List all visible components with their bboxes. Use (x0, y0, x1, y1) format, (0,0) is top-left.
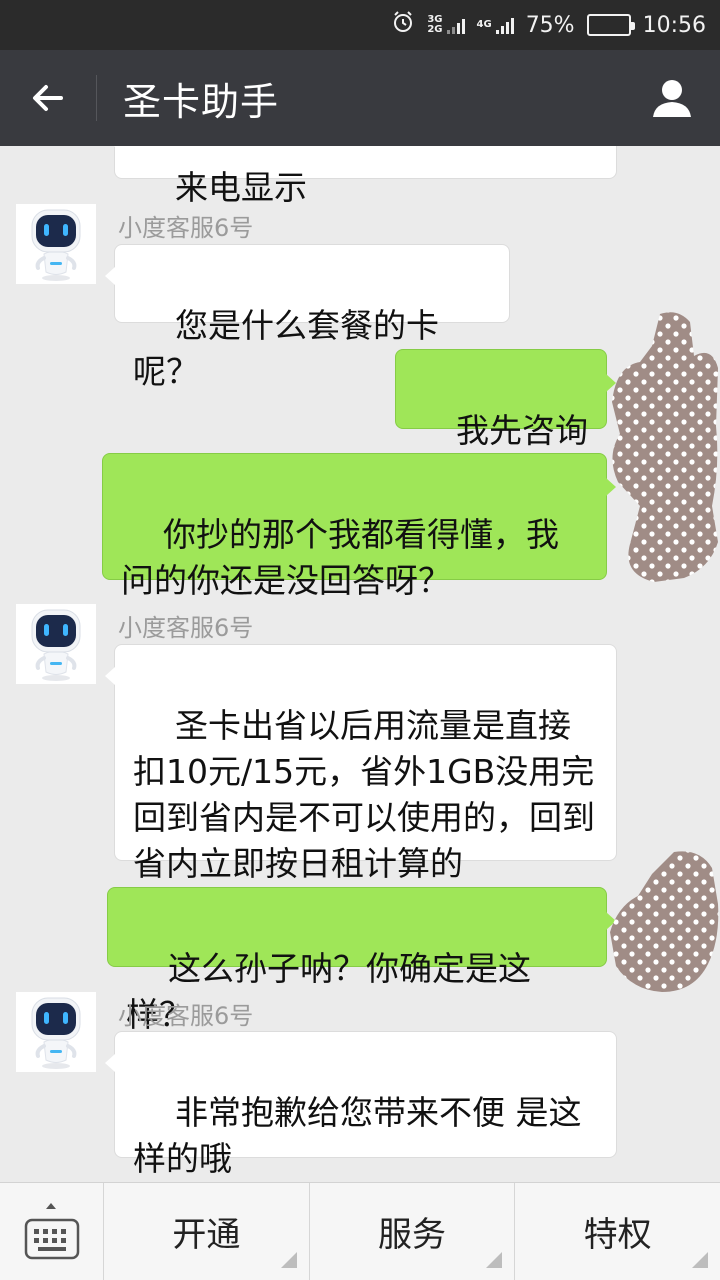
signal-icon (495, 16, 514, 34)
status-bar: 3G 2G 4G 75% 10:56 (0, 0, 720, 50)
message-text: 来电显示 (174, 168, 307, 207)
message-text: 圣卡出省以后用流量是直接扣10元/15元，省外1GB没用完回到省内是不可以使用的… (133, 706, 595, 883)
menu-item-label: 服务 (378, 1215, 446, 1255)
message-text: 非常抱歉给您带来不便 是这样的哦 (133, 1093, 582, 1178)
clock: 10:56 (642, 12, 706, 38)
menu-item-label: 特权 (583, 1215, 652, 1255)
submenu-corner-icon (486, 1252, 503, 1268)
message-bubble-sent[interactable]: 我先咨询啊 (395, 349, 616, 496)
page-title: 圣卡助手 (123, 79, 280, 124)
bottom-menu: 开通 服务 特权 (0, 1182, 720, 1280)
message-bubble-received[interactable]: 非常抱歉给您带来不便 是这样的哦 (105, 1031, 617, 1178)
signal-icon (446, 16, 465, 34)
person-icon (653, 80, 691, 117)
robot-icon (16, 604, 96, 684)
net-4g-label: 4G (476, 19, 492, 30)
redaction-mark (612, 312, 718, 582)
sender-name: 小度客服6号 (118, 1002, 254, 1030)
message-bubble-received[interactable]: 圣卡出省以后用流量是直接扣10元/15元，省外1GB没用完回到省内是不可以使用的… (105, 644, 617, 883)
net-2g-label: 2G (427, 24, 443, 35)
sender-name: 小度客服6号 (118, 614, 254, 642)
keyboard-icon (24, 1218, 79, 1259)
arrow-left-icon (33, 85, 63, 111)
message-bubble-sent[interactable]: 这么孙子呐？你确定是这样？ (107, 887, 616, 1034)
menu-item-activate[interactable]: 开通 (104, 1183, 310, 1280)
message-text: 你抄的那个我都看得懂，我问的你还是没回答呀？ (121, 515, 559, 600)
message-text: 您是什么套餐的卡呢？ (133, 306, 439, 391)
caret-up-icon (46, 1203, 56, 1209)
keyboard-toggle-button[interactable] (0, 1183, 104, 1280)
network-3g2g: 3G 2G (427, 15, 465, 35)
robot-icon (16, 992, 96, 1072)
redaction-mark (610, 851, 719, 992)
menu-item-service[interactable]: 服务 (310, 1183, 516, 1280)
agent-avatar[interactable] (16, 992, 96, 1072)
alarm-icon (391, 10, 415, 40)
menu-item-privileges[interactable]: 特权 (515, 1183, 720, 1280)
profile-button[interactable] (624, 50, 720, 146)
message-bubble-received[interactable]: 来电显示 (105, 146, 617, 207)
submenu-corner-icon (692, 1252, 709, 1268)
battery-percent: 75% (525, 12, 575, 38)
menu-item-label: 开通 (172, 1215, 241, 1255)
network-4g: 4G (477, 16, 514, 34)
title-bar: 圣卡助手 (0, 50, 720, 146)
battery-icon (586, 14, 635, 36)
agent-avatar[interactable] (16, 204, 96, 284)
chat-area[interactable]: 来电显示 小度客服6号 您是什么套餐的卡呢？ 我先咨询啊 你抄的那个我都看得懂，… (0, 146, 720, 1182)
message-bubble-sent[interactable]: 你抄的那个我都看得懂，我问的你还是没回答呀？ (102, 453, 616, 600)
agent-avatar[interactable] (16, 604, 96, 684)
sender-name: 小度客服6号 (118, 214, 254, 242)
back-button[interactable] (0, 50, 96, 146)
robot-icon (16, 204, 96, 284)
message-bubble-received[interactable]: 您是什么套餐的卡呢？ (105, 244, 510, 391)
submenu-corner-icon (280, 1252, 297, 1268)
title-divider (96, 75, 97, 121)
